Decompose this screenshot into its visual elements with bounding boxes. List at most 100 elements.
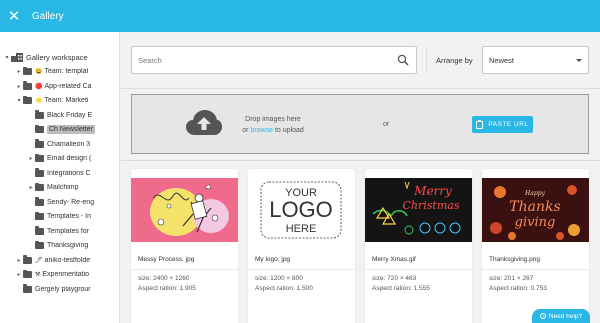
- image-meta: size: 1200 × 800 Aspect ration: 1.500: [255, 274, 313, 294]
- image-thumbnail[interactable]: YOUR LOGO HERE: [248, 169, 355, 251]
- image-thumbnail[interactable]: Merry Christmas: [365, 169, 472, 251]
- folder-icon: [23, 269, 32, 279]
- drop-line1: Drop images here: [245, 116, 301, 123]
- toolbar-divider: [426, 46, 427, 74]
- drop-to-upload: to upload: [273, 127, 304, 134]
- sidebar-folder-item[interactable]: ▸Templates - In: [0, 210, 119, 225]
- sidebar-folder-label: Integrations C: [47, 169, 91, 177]
- need-help-label: Need help?: [548, 312, 583, 320]
- paste-url-label: PASTE URL: [488, 121, 529, 128]
- logo-placeholder-image: YOUR LOGO HERE: [248, 178, 355, 242]
- arrange-select[interactable]: Newest: [482, 46, 589, 74]
- drop-zone[interactable]: Drop images here or browse to upload or …: [131, 94, 589, 154]
- xmas-line2: Christmas: [403, 199, 460, 212]
- folder-icon: [35, 197, 44, 206]
- or-label: or: [383, 121, 390, 128]
- sidebar-folder-label: Thanksgiving: [47, 242, 89, 250]
- chevron-down-icon: [576, 59, 582, 62]
- image-thumbnail[interactable]: Happy Thanks giving: [482, 169, 589, 251]
- need-help-button[interactable]: ? Need help?: [532, 309, 590, 323]
- folder-sidebar: ▾ Gallery workspace ▸ 😀 Team: templat ▸ 🔴 App…: [0, 32, 120, 323]
- sidebar-folder-label: Email design (: [47, 155, 92, 163]
- folder-icon: [35, 153, 44, 163]
- image-card[interactable]: Messy Process. jpg size: 2400 × 1260 Asp…: [131, 169, 238, 323]
- logo-line3: HERE: [286, 223, 317, 235]
- sidebar-folder-item[interactable]: ▸ Mailchimp: [0, 181, 119, 196]
- image-ratio: Aspect ration: 1.555: [372, 285, 430, 292]
- sidebar-folder-item[interactable]: ▸ 🖊 aniko-testfolde: [0, 253, 119, 268]
- sidebar-folder-label: Experimentatio: [42, 271, 90, 279]
- folder-icon: [23, 81, 32, 90]
- image-name: My logo. jpg: [255, 256, 291, 263]
- toolbar: Arrange by Newest: [121, 32, 600, 88]
- sidebar-folder-label: Ch Newsletter: [47, 125, 95, 135]
- chevron-down-icon[interactable]: ▾: [15, 97, 23, 104]
- sidebar-folder-item[interactable]: ▾ 🌟 Team: Marketi: [0, 94, 119, 109]
- divider: [121, 88, 600, 89]
- folder-emoji-icon: 🔴: [35, 83, 43, 90]
- sidebar-folder-item[interactable]: ▸ ⚒ Experimentatio: [0, 268, 119, 283]
- card-divider: [365, 269, 472, 270]
- folder-icon: [35, 124, 44, 134]
- chevron-right-icon[interactable]: ▸: [15, 68, 23, 75]
- arrange-value: Newest: [489, 55, 515, 65]
- sidebar-folder-item[interactable]: ▸ 🔴 App-related Ca: [0, 79, 119, 94]
- folder-emoji-icon: ⚒: [35, 272, 41, 279]
- sidebar-folder-item[interactable]: ▸Black Friday E: [0, 108, 119, 123]
- tree-root[interactable]: ▾ Gallery workspace: [0, 50, 119, 65]
- sidebar-folder-label: App-related Ca: [44, 82, 92, 90]
- folder-emoji-icon: 🖊: [35, 257, 43, 264]
- folder-icon: [35, 226, 44, 235]
- browse-link[interactable]: browse: [250, 127, 273, 134]
- chevron-right-icon[interactable]: ▸: [15, 257, 23, 264]
- image-meta: size: 2400 × 1260 Aspect ration: 1.905: [138, 274, 196, 294]
- gallery-main: Arrange by Newest Drop images here or br…: [121, 32, 600, 323]
- sidebar-folder-item[interactable]: ▸ Email design (: [0, 152, 119, 167]
- sidebar-folder-label: Chamaileon 3: [47, 140, 91, 148]
- image-card[interactable]: Happy Thanks giving Thanksgiving.png siz…: [482, 169, 589, 323]
- merry-xmas-image: Merry Christmas: [365, 178, 472, 242]
- image-size: size: 2400 × 1260: [138, 275, 190, 282]
- sidebar-folder-item[interactable]: ▸Templates for: [0, 224, 119, 239]
- folder-icon: [35, 139, 44, 148]
- image-size: size: 720 × 463: [372, 275, 417, 282]
- paste-url-button[interactable]: PASTE URL: [472, 116, 533, 133]
- chevron-right-icon[interactable]: ▸: [15, 83, 23, 90]
- image-thumbnail[interactable]: [131, 169, 238, 251]
- folder-icon: [23, 284, 32, 293]
- sidebar-folder-item[interactable]: ▸Thanksgiving: [0, 239, 119, 254]
- messy-process-image: [131, 178, 238, 242]
- card-divider: [131, 269, 238, 270]
- chevron-right-icon[interactable]: ▸: [27, 184, 35, 191]
- sidebar-folder-item[interactable]: ▸Integrations C: [0, 166, 119, 181]
- sidebar-folder-label: Templates for: [47, 227, 90, 235]
- folder-icon: [35, 110, 44, 119]
- sidebar-folder-item[interactable]: ▸Sendy- Re-eng: [0, 195, 119, 210]
- folder-icon: [35, 211, 44, 221]
- sidebar-folder-item[interactable]: ▸ 😀 Team: templat: [0, 65, 119, 80]
- sidebar-folder-item[interactable]: ▸Chamaileon 3: [0, 137, 119, 152]
- folder-icon: [23, 66, 32, 76]
- chevron-right-icon[interactable]: ▸: [15, 271, 23, 278]
- chevron-right-icon[interactable]: ▸: [27, 155, 35, 162]
- image-card[interactable]: YOUR LOGO HERE My logo. jpg size: 1200 ×…: [248, 169, 355, 323]
- cloud-upload-icon: [186, 110, 222, 135]
- sidebar-folder-item[interactable]: ▸Gergely playgrour: [0, 282, 119, 297]
- search-input[interactable]: [132, 47, 382, 73]
- image-ratio: Aspect ration: 0.753: [489, 285, 547, 292]
- sidebar-folder-item[interactable]: ▸Ch Newsletter: [0, 123, 119, 138]
- sidebar-folder-label: Team: Marketi: [44, 97, 89, 105]
- close-icon[interactable]: ✕: [0, 0, 28, 32]
- sidebar-folder-label: aniko-testfolde: [44, 256, 91, 264]
- chevron-down-icon[interactable]: ▾: [3, 54, 11, 61]
- sidebar-folder-label: Gergely playgrour: [35, 285, 91, 293]
- image-card[interactable]: Merry Christmas Merry Xmas.gif size: 720…: [365, 169, 472, 323]
- image-name: Messy Process. jpg: [138, 256, 195, 263]
- image-size: size: 201 × 267: [489, 275, 534, 282]
- folder-icon: [35, 182, 44, 192]
- gallery-app: ✕ Gallery ▾ Gallery workspace ▸ 😀 Team: te…: [0, 0, 600, 323]
- search-icon[interactable]: [397, 54, 409, 66]
- sidebar-folder-label: Black Friday E: [47, 111, 93, 119]
- sidebar-folder-label: Templates - In: [47, 213, 91, 221]
- thanks-line3: giving: [515, 215, 556, 230]
